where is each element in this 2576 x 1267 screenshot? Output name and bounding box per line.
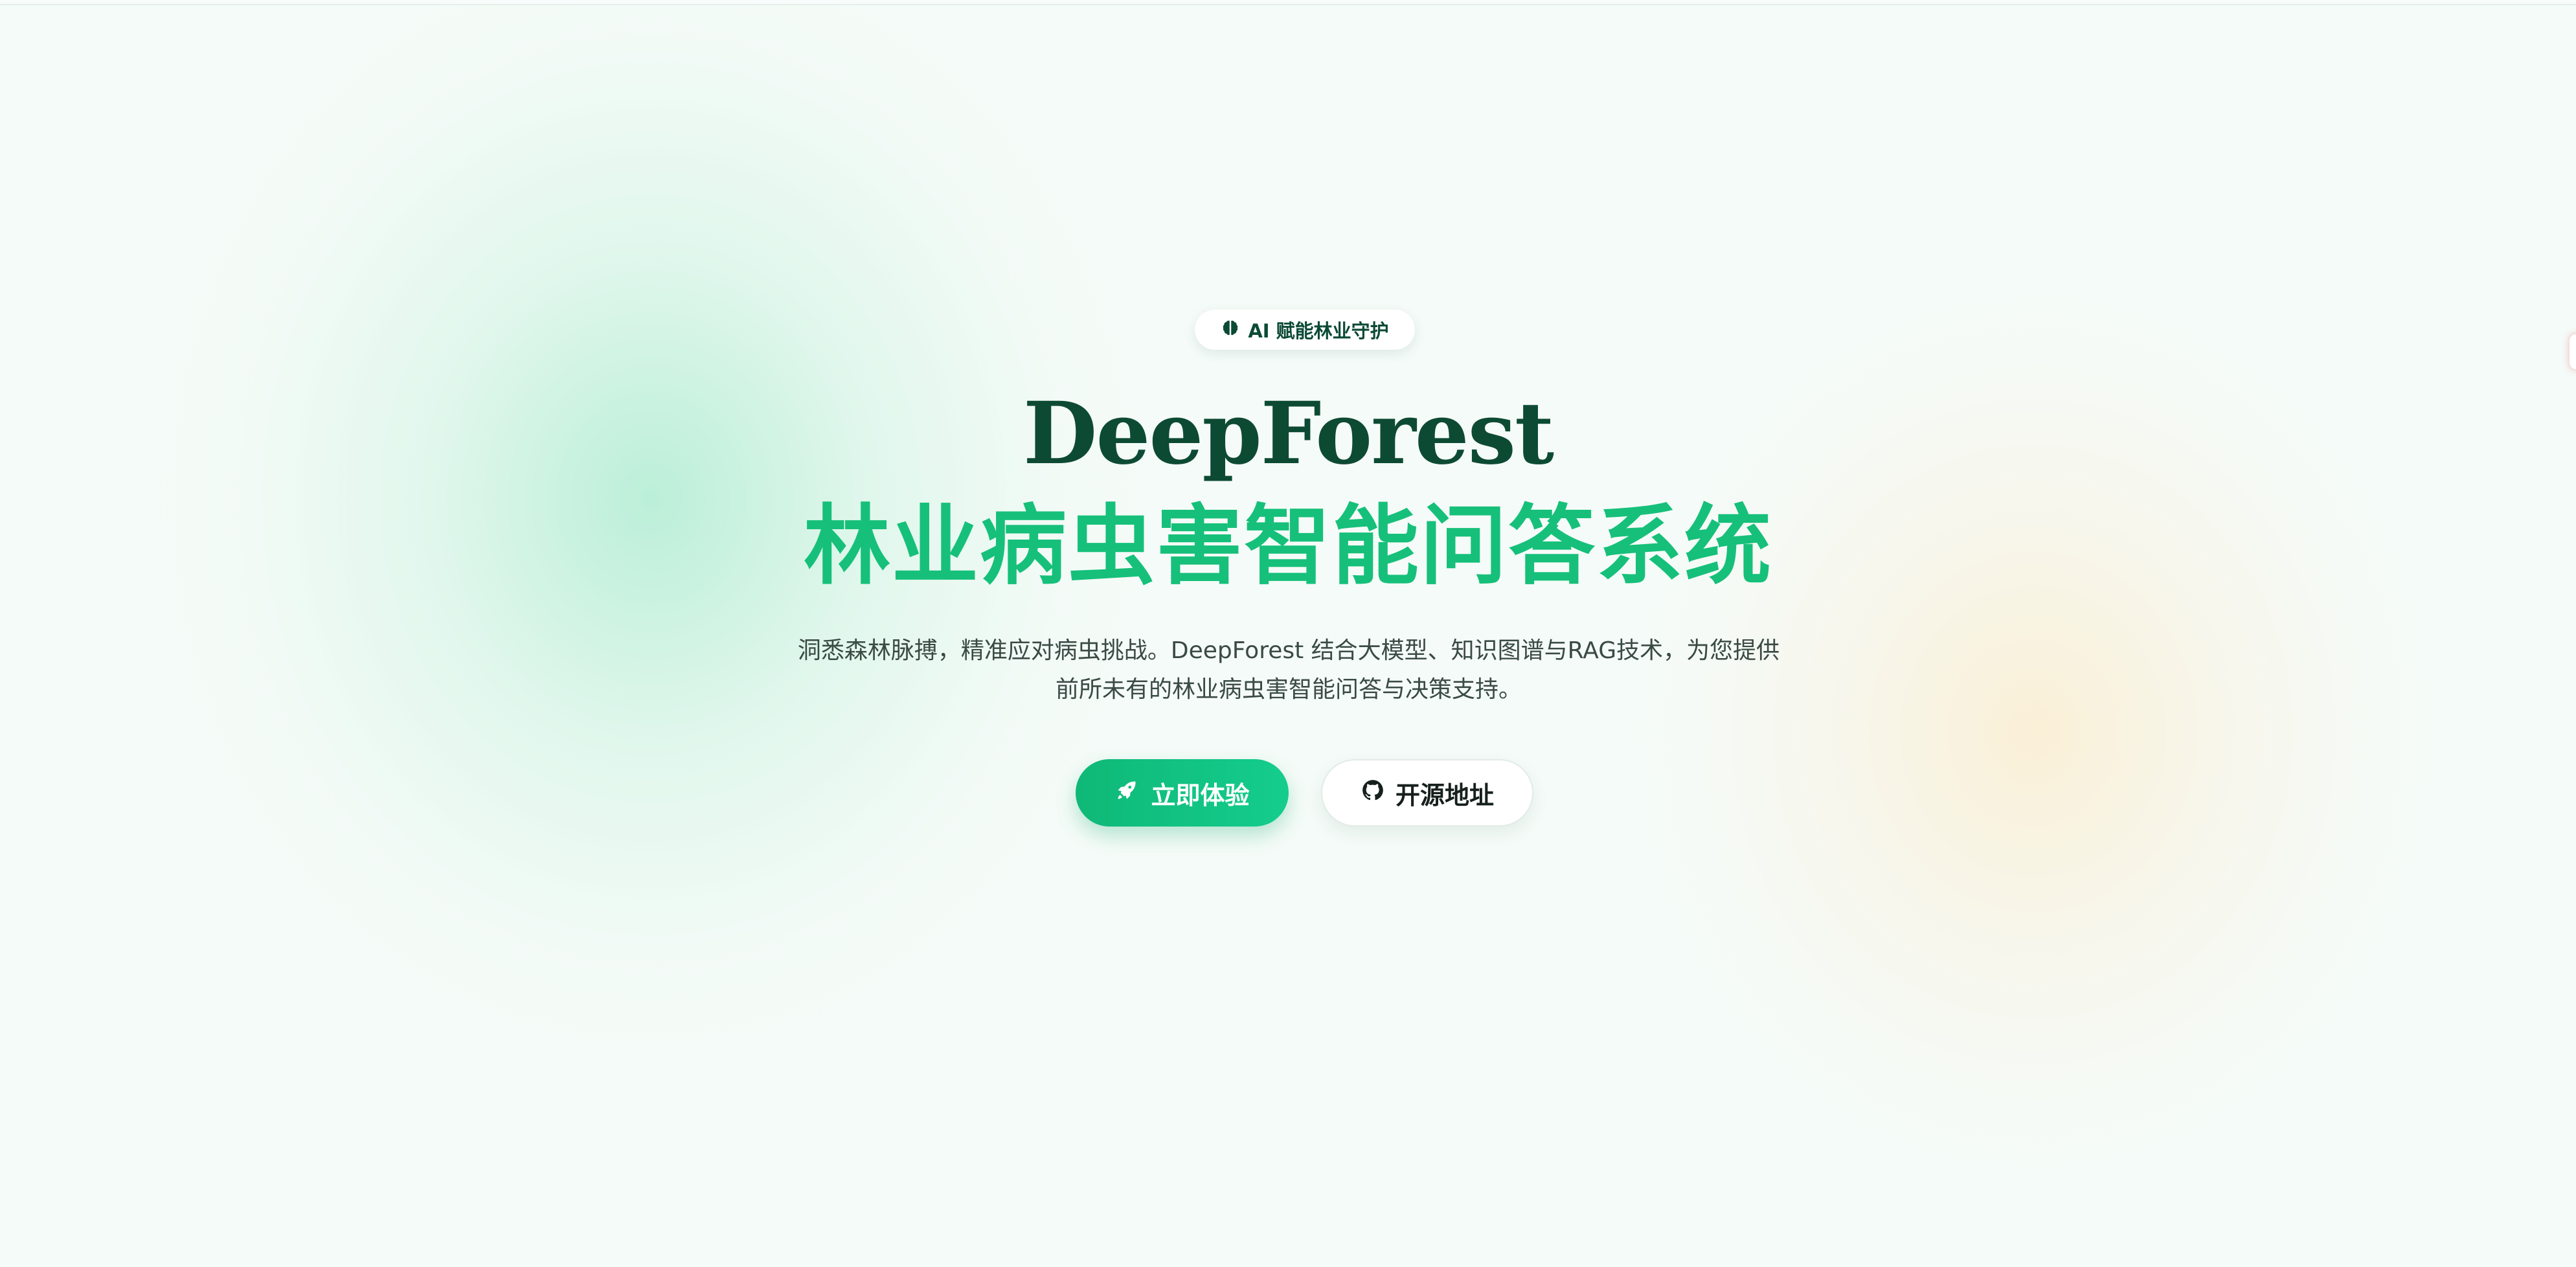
brain-icon [1221,318,1240,342]
title-english: DeepForest [1022,383,1554,484]
side-widget-handle[interactable] [2568,333,2576,371]
try-now-button[interactable]: 立即体验 [1076,759,1289,827]
hero-description: 洞悉森林脉搏，精准应对病虫挑战。DeepForest 结合大模型、知识图谱与RA… [797,637,1780,703]
title-chinese: 林业病虫害智能问答系统 [803,494,1772,597]
hero-section: AI 赋能林业守护 DeepForest 林业病虫害智能问答系统 洞悉森林脉搏，… [0,0,2576,1267]
source-code-label: 开源地址 [1395,781,1494,810]
badge-label: AI 赋能林业守护 [1248,320,1389,342]
rocket-icon [1114,778,1139,808]
try-now-label: 立即体验 [1151,781,1250,810]
ai-badge: AI 赋能林业守护 [1195,310,1415,350]
source-code-button[interactable]: 开源地址 [1321,759,1533,827]
github-icon [1361,778,1385,808]
